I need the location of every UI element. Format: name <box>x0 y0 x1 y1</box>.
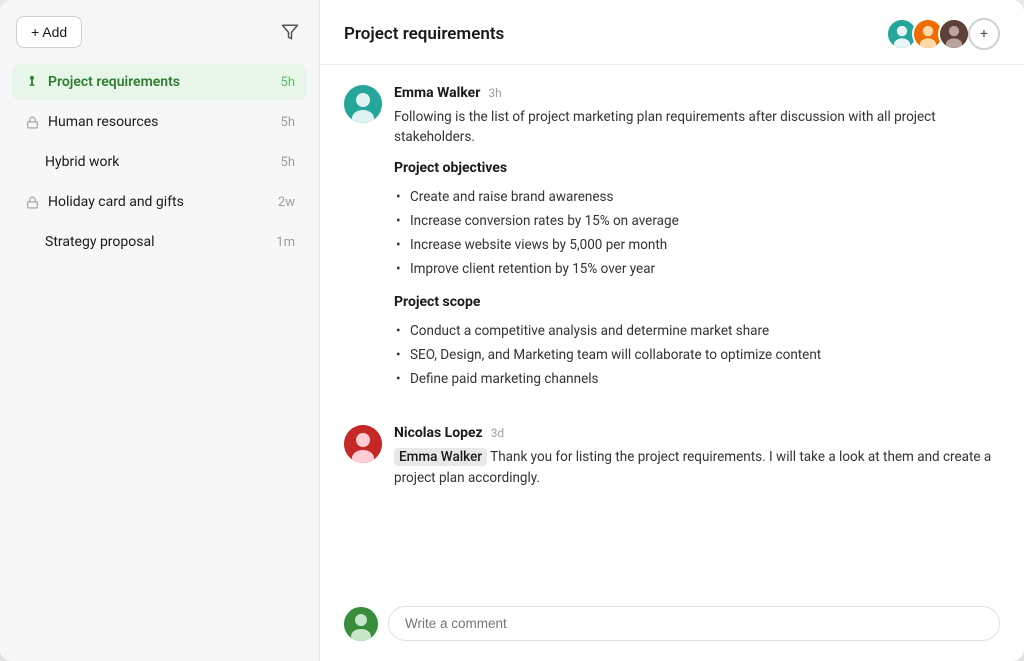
add-member-button[interactable]: + <box>968 18 1000 50</box>
commenter-avatar <box>344 607 378 641</box>
sidebar-item-project-requirements[interactable]: Project requirements 5h <box>12 64 307 100</box>
sidebar-item-time: 5h <box>281 115 295 130</box>
message-header-nicolas: Nicolas Lopez 3d <box>394 425 1000 441</box>
message-time-emma: 3h <box>488 86 501 100</box>
sidebar-item-label: Hybrid work <box>45 154 273 170</box>
sidebar-header: + Add <box>12 16 307 48</box>
sidebar-item-label: Project requirements <box>48 74 273 90</box>
message-author-nicolas: Nicolas Lopez <box>394 425 483 441</box>
comment-input[interactable] <box>388 606 1000 641</box>
pin-icon <box>24 74 40 90</box>
message-text-emma: Following is the list of project marketi… <box>394 107 1000 391</box>
message-author-emma: Emma Walker <box>394 85 480 101</box>
avatar-ak <box>938 18 970 50</box>
filter-button[interactable] <box>277 19 303 45</box>
no-icon-2 <box>24 234 37 250</box>
lock-icon <box>24 114 40 130</box>
sidebar-item-strategy-proposal[interactable]: Strategy proposal 1m <box>12 224 307 260</box>
sidebar-item-hybrid-work[interactable]: Hybrid work 5h <box>12 144 307 180</box>
messages-area: Emma Walker 3h Following is the list of … <box>320 65 1024 606</box>
filter-icon <box>281 23 299 41</box>
page-title: Project requirements <box>344 24 504 44</box>
avatar-ak-img <box>940 18 968 50</box>
app-container: + Add Project requirements 5h <box>0 0 1024 661</box>
list-item: Conduct a competitive analysis and deter… <box>394 319 1000 343</box>
list-item: Increase website views by 5,000 per mont… <box>394 233 1000 257</box>
list-item: Define paid marketing channels <box>394 367 1000 391</box>
message-body-nicolas: Nicolas Lopez 3d Emma Walker Thank you f… <box>394 425 1000 488</box>
avatar-emma <box>344 85 382 123</box>
plus-icon: + <box>980 26 988 42</box>
sidebar-item-time: 2w <box>278 195 295 210</box>
objectives-list: Create and raise brand awareness Increas… <box>394 185 1000 282</box>
sidebar-item-human-resources[interactable]: Human resources 5h <box>12 104 307 140</box>
sidebar: + Add Project requirements 5h <box>0 0 320 661</box>
sidebar-item-time: 1m <box>276 235 295 250</box>
list-item: Create and raise brand awareness <box>394 185 1000 209</box>
section-heading-1: Project objectives <box>394 158 1000 179</box>
sidebar-item-holiday-card[interactable]: Holiday card and gifts 2w <box>12 184 307 220</box>
avatars-group: + <box>886 18 1000 50</box>
main-header: Project requirements <box>320 0 1024 65</box>
no-icon <box>24 154 37 170</box>
message-emma: Emma Walker 3h Following is the list of … <box>344 85 1000 401</box>
list-item: Improve client retention by 15% over yea… <box>394 257 1000 281</box>
sidebar-item-time: 5h <box>281 75 295 90</box>
main-content: Project requirements <box>320 0 1024 661</box>
comment-input-row <box>320 606 1024 661</box>
sidebar-item-label: Holiday card and gifts <box>48 194 270 210</box>
list-item: SEO, Design, and Marketing team will col… <box>394 343 1000 367</box>
sidebar-item-label: Strategy proposal <box>45 234 268 250</box>
message-body-emma: Emma Walker 3h Following is the list of … <box>394 85 1000 401</box>
message-text-nicolas: Emma Walker Thank you for listing the pr… <box>394 447 1000 488</box>
lock-icon-2 <box>24 194 40 210</box>
message-header-emma: Emma Walker 3h <box>394 85 1000 101</box>
list-item: Increase conversion rates by 15% on aver… <box>394 209 1000 233</box>
avatar-nicolas <box>344 425 382 463</box>
message-time-nicolas: 3d <box>491 426 505 440</box>
scope-list: Conduct a competitive analysis and deter… <box>394 319 1000 392</box>
sidebar-item-time: 5h <box>281 155 295 170</box>
mention-emma: Emma Walker <box>394 448 487 466</box>
add-button[interactable]: + Add <box>16 16 82 48</box>
section-heading-2: Project scope <box>394 292 1000 313</box>
message-nicolas: Nicolas Lopez 3d Emma Walker Thank you f… <box>344 425 1000 488</box>
sidebar-item-label: Human resources <box>48 114 273 130</box>
message-intro: Following is the list of project marketi… <box>394 107 1000 148</box>
